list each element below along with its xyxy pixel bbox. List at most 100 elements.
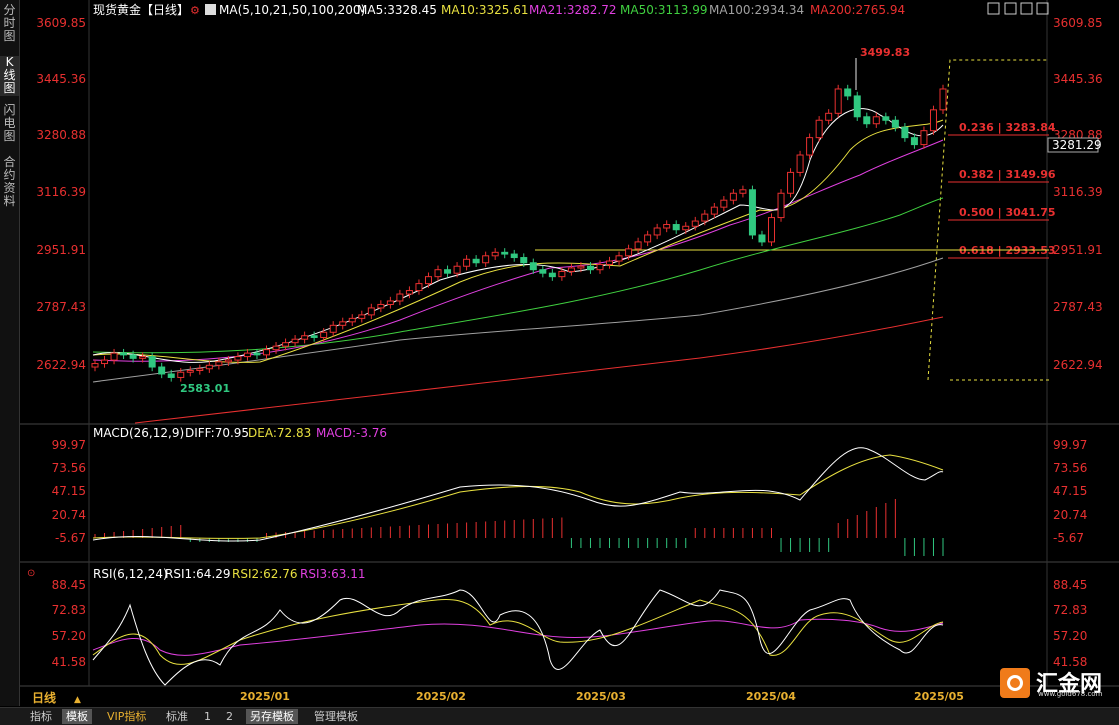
rsi-settings-icon[interactable]: ⊙ xyxy=(27,568,35,579)
candle-body xyxy=(710,206,718,215)
candle-body xyxy=(615,255,623,262)
candle-body xyxy=(463,258,471,267)
svg-text:57.20: 57.20 xyxy=(1053,629,1087,643)
macd-title: MACD(26,12,9) xyxy=(93,426,184,440)
rsi-3: RSI3:63.11 xyxy=(300,567,366,581)
macd-axis-right: 99.97 73.56 47.15 20.74 -5.67 xyxy=(1053,438,1087,545)
ma5-value: MA5:3328.45 xyxy=(357,3,437,17)
macd-axis-left: 99.97 73.56 47.15 20.74 -5.67 xyxy=(52,438,86,545)
svg-text:47.15: 47.15 xyxy=(52,484,86,498)
candle-body xyxy=(377,303,385,309)
candle-body xyxy=(291,338,299,344)
indicator-icon[interactable] xyxy=(205,4,216,15)
settings-icon[interactable]: ⚙ xyxy=(190,4,200,17)
candle-body xyxy=(891,119,899,128)
tab-save-template[interactable]: 另存模板 xyxy=(246,709,298,724)
candle-body xyxy=(691,220,699,227)
rsi-1: RSI1:64.29 xyxy=(165,567,231,581)
candle-body xyxy=(577,265,585,269)
candle-body xyxy=(653,227,661,236)
svg-text:73.56: 73.56 xyxy=(1053,461,1087,475)
tab-template[interactable]: 模板 xyxy=(62,709,92,724)
candle-body xyxy=(415,283,423,292)
tab-kline[interactable]: K线图 xyxy=(0,56,19,96)
candle-body xyxy=(910,137,918,146)
candle-body xyxy=(263,349,271,356)
price-tick: 2622.94 xyxy=(1053,358,1103,372)
candle-body xyxy=(767,217,775,243)
period-label[interactable]: 日线 xyxy=(32,690,56,705)
price-tick: 2622.94 xyxy=(36,358,86,372)
current-price: 3281.29 xyxy=(1052,138,1102,152)
tab-flash[interactable]: 闪电图 xyxy=(0,104,19,144)
price-axis-right: 3609.85 3445.36 3280.88 3116.39 2951.91 … xyxy=(1053,16,1103,372)
tab-2[interactable]: 2 xyxy=(222,709,237,724)
candle-body xyxy=(672,224,680,231)
fib-label: 0.500 | 3041.75 xyxy=(959,206,1056,219)
candle-body xyxy=(701,213,709,222)
candle-body xyxy=(634,241,642,250)
tab-1[interactable]: 1 xyxy=(200,709,215,724)
candle-body xyxy=(243,352,251,358)
candle-body xyxy=(167,373,175,378)
candle-body xyxy=(444,269,452,274)
candle-body xyxy=(367,307,375,316)
svg-text:88.45: 88.45 xyxy=(52,578,86,592)
price-tick: 3609.85 xyxy=(1053,16,1103,30)
candle-body xyxy=(520,257,528,264)
price-tick: 3116.39 xyxy=(36,185,86,199)
tab-timeshare[interactable]: 分时图 xyxy=(0,4,19,44)
svg-text:2025/02: 2025/02 xyxy=(416,690,466,703)
candle-body xyxy=(386,300,394,305)
candle-body xyxy=(720,199,728,208)
chart-title: 现货黄金【日线】 xyxy=(93,2,189,17)
candle-body xyxy=(482,255,490,264)
moving-averages xyxy=(92,108,944,424)
candle-body xyxy=(139,356,147,359)
price-tick: 3609.85 xyxy=(36,16,86,30)
candle-body xyxy=(282,342,290,347)
window-buttons[interactable] xyxy=(987,2,1049,15)
rsi-axis-right: 88.45 72.83 57.20 41.58 xyxy=(1053,578,1087,669)
candle-body xyxy=(758,234,766,243)
svg-text:47.15: 47.15 xyxy=(1053,484,1087,498)
candle-body xyxy=(320,331,328,338)
candle-body xyxy=(177,371,185,378)
macd-dea: DEA:72.83 xyxy=(248,426,311,440)
candle-body xyxy=(920,130,928,146)
candle-body xyxy=(253,352,261,356)
rsi-title: RSI(6,12,24) xyxy=(93,567,168,581)
svg-text:73.56: 73.56 xyxy=(52,461,86,475)
svg-text:2025/04: 2025/04 xyxy=(746,690,796,703)
candlesticks xyxy=(91,84,947,382)
fibonacci-tool[interactable]: 0.236 | 3283.84 0.382 | 3149.96 0.500 | … xyxy=(927,59,1056,381)
price-tick: 3280.88 xyxy=(36,128,86,142)
ma21-line xyxy=(92,139,944,362)
tab-vip-indicator[interactable]: VIP指标 xyxy=(103,709,150,724)
macd-dea-line xyxy=(92,454,944,539)
rsi-axis-left: 88.45 72.83 57.20 41.58 xyxy=(52,578,86,669)
sidebar: 分时图 K线图 闪电图 合约资料 xyxy=(0,0,20,706)
logo-icon xyxy=(1000,668,1030,698)
tab-standard[interactable]: 标准 xyxy=(162,709,192,724)
candle-body xyxy=(558,270,566,278)
candle-body xyxy=(586,265,594,271)
candle-body xyxy=(739,189,747,194)
tab-contract-info[interactable]: 合约资料 xyxy=(0,156,19,212)
ma21-value: MA21:3282.72 xyxy=(529,3,617,17)
candle-body xyxy=(424,276,432,285)
period-triangle-icon[interactable]: ▲ xyxy=(74,695,81,705)
candle-body xyxy=(148,356,156,368)
tab-manage-template[interactable]: 管理模板 xyxy=(310,709,362,724)
tab-indicator[interactable]: 指标 xyxy=(26,709,56,724)
ma200-line xyxy=(134,316,944,424)
candle-body xyxy=(663,224,671,229)
chart-area[interactable]: 现货黄金【日线】 ⚙ MA(5,10,21,50,100,200) MA5:33… xyxy=(20,0,1119,706)
ma200-value: MA200:2765.94 xyxy=(810,3,905,17)
candle-body xyxy=(872,116,880,125)
candle-body xyxy=(796,154,804,173)
candle-body xyxy=(644,234,652,243)
candle-body xyxy=(825,112,833,121)
rsi-2: RSI2:62.76 xyxy=(232,567,298,581)
candle-body xyxy=(272,345,280,351)
